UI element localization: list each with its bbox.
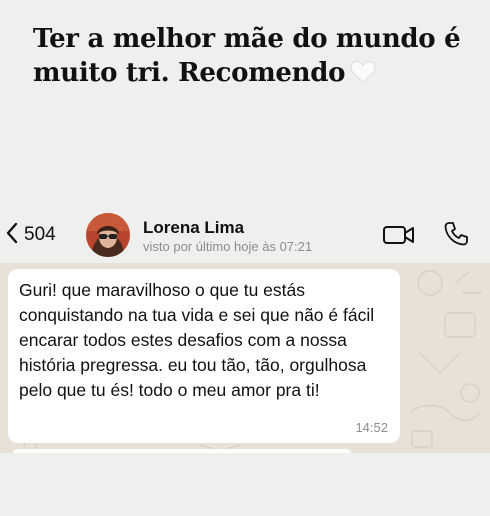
chat-header: 504 Lorena Lima visto por último hoje às…	[0, 207, 490, 263]
chat-area[interactable]: Guri! que maravilhoso o que tu estás con…	[0, 263, 490, 453]
headline-text: Ter a melhor mãe do mundo é muito tri. R…	[33, 24, 461, 88]
voice-call-button[interactable]	[442, 220, 470, 248]
next-message-bubble[interactable]	[12, 449, 352, 453]
unread-count: 504	[24, 224, 56, 245]
white-heart-icon	[349, 59, 377, 83]
incoming-message-bubble[interactable]: Guri! que maravilhoso o que tu estás con…	[8, 269, 400, 443]
contact-name[interactable]: Lorena Lima	[143, 218, 244, 238]
chevron-left-icon	[4, 221, 20, 250]
video-call-button[interactable]	[382, 221, 416, 249]
story-headline: Ter a melhor mãe do mundo é muito tri. R…	[33, 22, 463, 90]
video-camera-icon	[382, 226, 416, 253]
message-text: Guri! que maravilhoso o que tu estás con…	[19, 280, 375, 400]
last-seen-status: visto por último hoje às 07:21	[143, 239, 313, 254]
back-button[interactable]: 504	[4, 221, 56, 249]
avatar[interactable]	[86, 213, 130, 257]
message-time: 14:52	[355, 420, 388, 435]
phone-icon	[442, 222, 470, 252]
